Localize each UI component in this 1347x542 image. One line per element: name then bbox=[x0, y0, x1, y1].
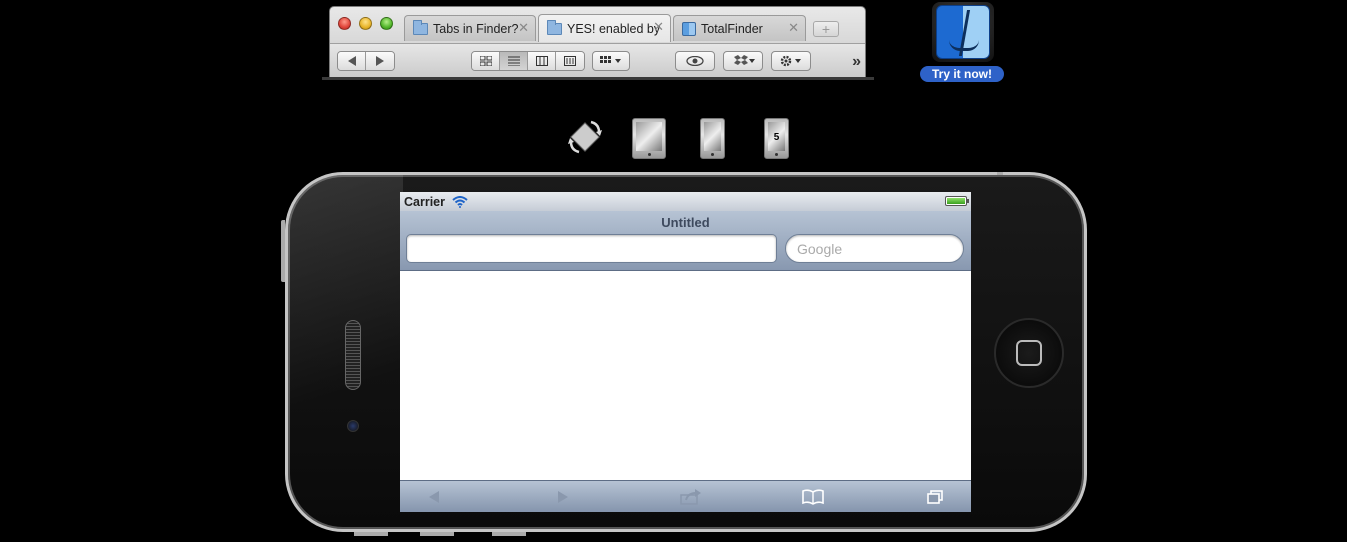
browser-back-button[interactable] bbox=[423, 487, 445, 507]
ipad-device-button[interactable] bbox=[632, 118, 666, 159]
finder-tab-bar: Tabs in Finder? ✕ YES! enabled by ✕ Tota… bbox=[330, 7, 865, 43]
status-bar: Carrier bbox=[400, 192, 971, 211]
forward-arrow-icon bbox=[558, 491, 568, 503]
browser-nav-bar: Untitled bbox=[400, 211, 971, 271]
close-tab-icon[interactable]: ✕ bbox=[788, 21, 799, 35]
share-button[interactable] bbox=[678, 487, 704, 507]
share-icon bbox=[680, 489, 701, 505]
gear-icon bbox=[780, 55, 801, 67]
battery-level bbox=[947, 198, 965, 204]
grid-icon bbox=[479, 56, 492, 66]
window-shadow bbox=[322, 77, 874, 80]
folder-icon bbox=[413, 19, 428, 35]
tab-label: YES! enabled by bbox=[567, 21, 661, 36]
zoom-window-button[interactable] bbox=[380, 17, 393, 30]
finder-face-icon bbox=[936, 5, 990, 59]
try-it-now-button[interactable]: Try it now! bbox=[920, 66, 1004, 82]
coverflow-icon bbox=[564, 56, 576, 66]
browser-forward-button[interactable] bbox=[552, 487, 574, 507]
pages-button[interactable] bbox=[924, 487, 946, 507]
iphone5-label: 5 bbox=[773, 132, 780, 143]
list-view-button[interactable] bbox=[500, 52, 528, 70]
wifi-icon bbox=[452, 195, 468, 208]
dropbox-icon bbox=[734, 55, 755, 65]
finder-tab-2[interactable]: YES! enabled by ✕ bbox=[538, 14, 671, 42]
arrange-grid-icon bbox=[600, 56, 621, 63]
side-button-1[interactable] bbox=[354, 532, 388, 536]
back-arrow-icon bbox=[347, 56, 356, 66]
coverflow-view-button[interactable] bbox=[556, 52, 584, 70]
forward-arrow-icon bbox=[376, 56, 384, 66]
iphone-screen: Carrier Untitled bbox=[400, 192, 971, 512]
home-button[interactable] bbox=[994, 318, 1064, 388]
finder-toolbar: » bbox=[330, 43, 865, 77]
minimize-window-button[interactable] bbox=[359, 17, 372, 30]
volume-button[interactable] bbox=[281, 220, 285, 282]
carrier-label: Carrier bbox=[404, 194, 445, 209]
sleep-button[interactable] bbox=[997, 172, 1003, 175]
toolbar-overflow-icon[interactable]: » bbox=[852, 53, 861, 71]
close-window-button[interactable] bbox=[338, 17, 351, 30]
page-title: Untitled bbox=[661, 215, 710, 230]
back-forward-control bbox=[337, 51, 395, 71]
finder-tab-3[interactable]: TotalFinder ✕ bbox=[673, 15, 806, 41]
book-icon bbox=[802, 489, 824, 505]
pages-icon bbox=[927, 490, 943, 504]
arrange-button[interactable] bbox=[592, 51, 630, 71]
dropbox-button[interactable] bbox=[723, 51, 763, 71]
home-dot bbox=[711, 153, 714, 156]
front-camera bbox=[347, 420, 359, 432]
quick-look-button[interactable] bbox=[675, 51, 715, 71]
finder-tab-1[interactable]: Tabs in Finder? ✕ bbox=[404, 15, 536, 41]
finder-icon bbox=[682, 21, 696, 36]
url-input[interactable] bbox=[406, 234, 777, 263]
close-tab-icon[interactable]: ✕ bbox=[653, 20, 664, 34]
finder-window: Tabs in Finder? ✕ YES! enabled by ✕ Tota… bbox=[329, 6, 866, 78]
action-button[interactable] bbox=[771, 51, 811, 71]
side-button-2[interactable] bbox=[420, 532, 454, 536]
ipad-icon bbox=[636, 122, 662, 151]
back-button[interactable] bbox=[338, 52, 366, 70]
tab-label: Tabs in Finder? bbox=[433, 21, 519, 36]
finder-app-icon[interactable] bbox=[932, 2, 994, 62]
battery-icon bbox=[945, 196, 969, 206]
rotate-icon bbox=[568, 120, 602, 154]
back-arrow-icon bbox=[429, 491, 439, 503]
list-icon bbox=[507, 56, 520, 66]
home-dot bbox=[775, 153, 778, 156]
browser-toolbar bbox=[400, 480, 971, 512]
iphone5-device-button[interactable]: 5 bbox=[764, 118, 789, 159]
iphone-device-button[interactable] bbox=[700, 118, 725, 159]
bookmarks-button[interactable] bbox=[800, 487, 826, 507]
web-content[interactable] bbox=[400, 272, 971, 480]
home-square-icon bbox=[1016, 340, 1042, 366]
columns-icon bbox=[535, 56, 548, 66]
view-mode-control bbox=[471, 51, 585, 71]
column-view-button[interactable] bbox=[528, 52, 556, 70]
folder-icon bbox=[547, 19, 562, 35]
speaker-grille bbox=[345, 320, 361, 390]
iphone-icon bbox=[704, 122, 721, 151]
forward-button[interactable] bbox=[366, 52, 394, 70]
icon-view-button[interactable] bbox=[472, 52, 500, 70]
home-dot bbox=[647, 153, 651, 156]
side-button-3[interactable] bbox=[492, 532, 526, 536]
new-tab-button[interactable]: + bbox=[813, 21, 839, 37]
rotate-device-button[interactable] bbox=[566, 118, 604, 156]
eye-icon bbox=[686, 56, 704, 66]
search-input[interactable] bbox=[785, 234, 964, 263]
close-tab-icon[interactable]: ✕ bbox=[518, 21, 529, 35]
tab-label: TotalFinder bbox=[701, 21, 763, 36]
